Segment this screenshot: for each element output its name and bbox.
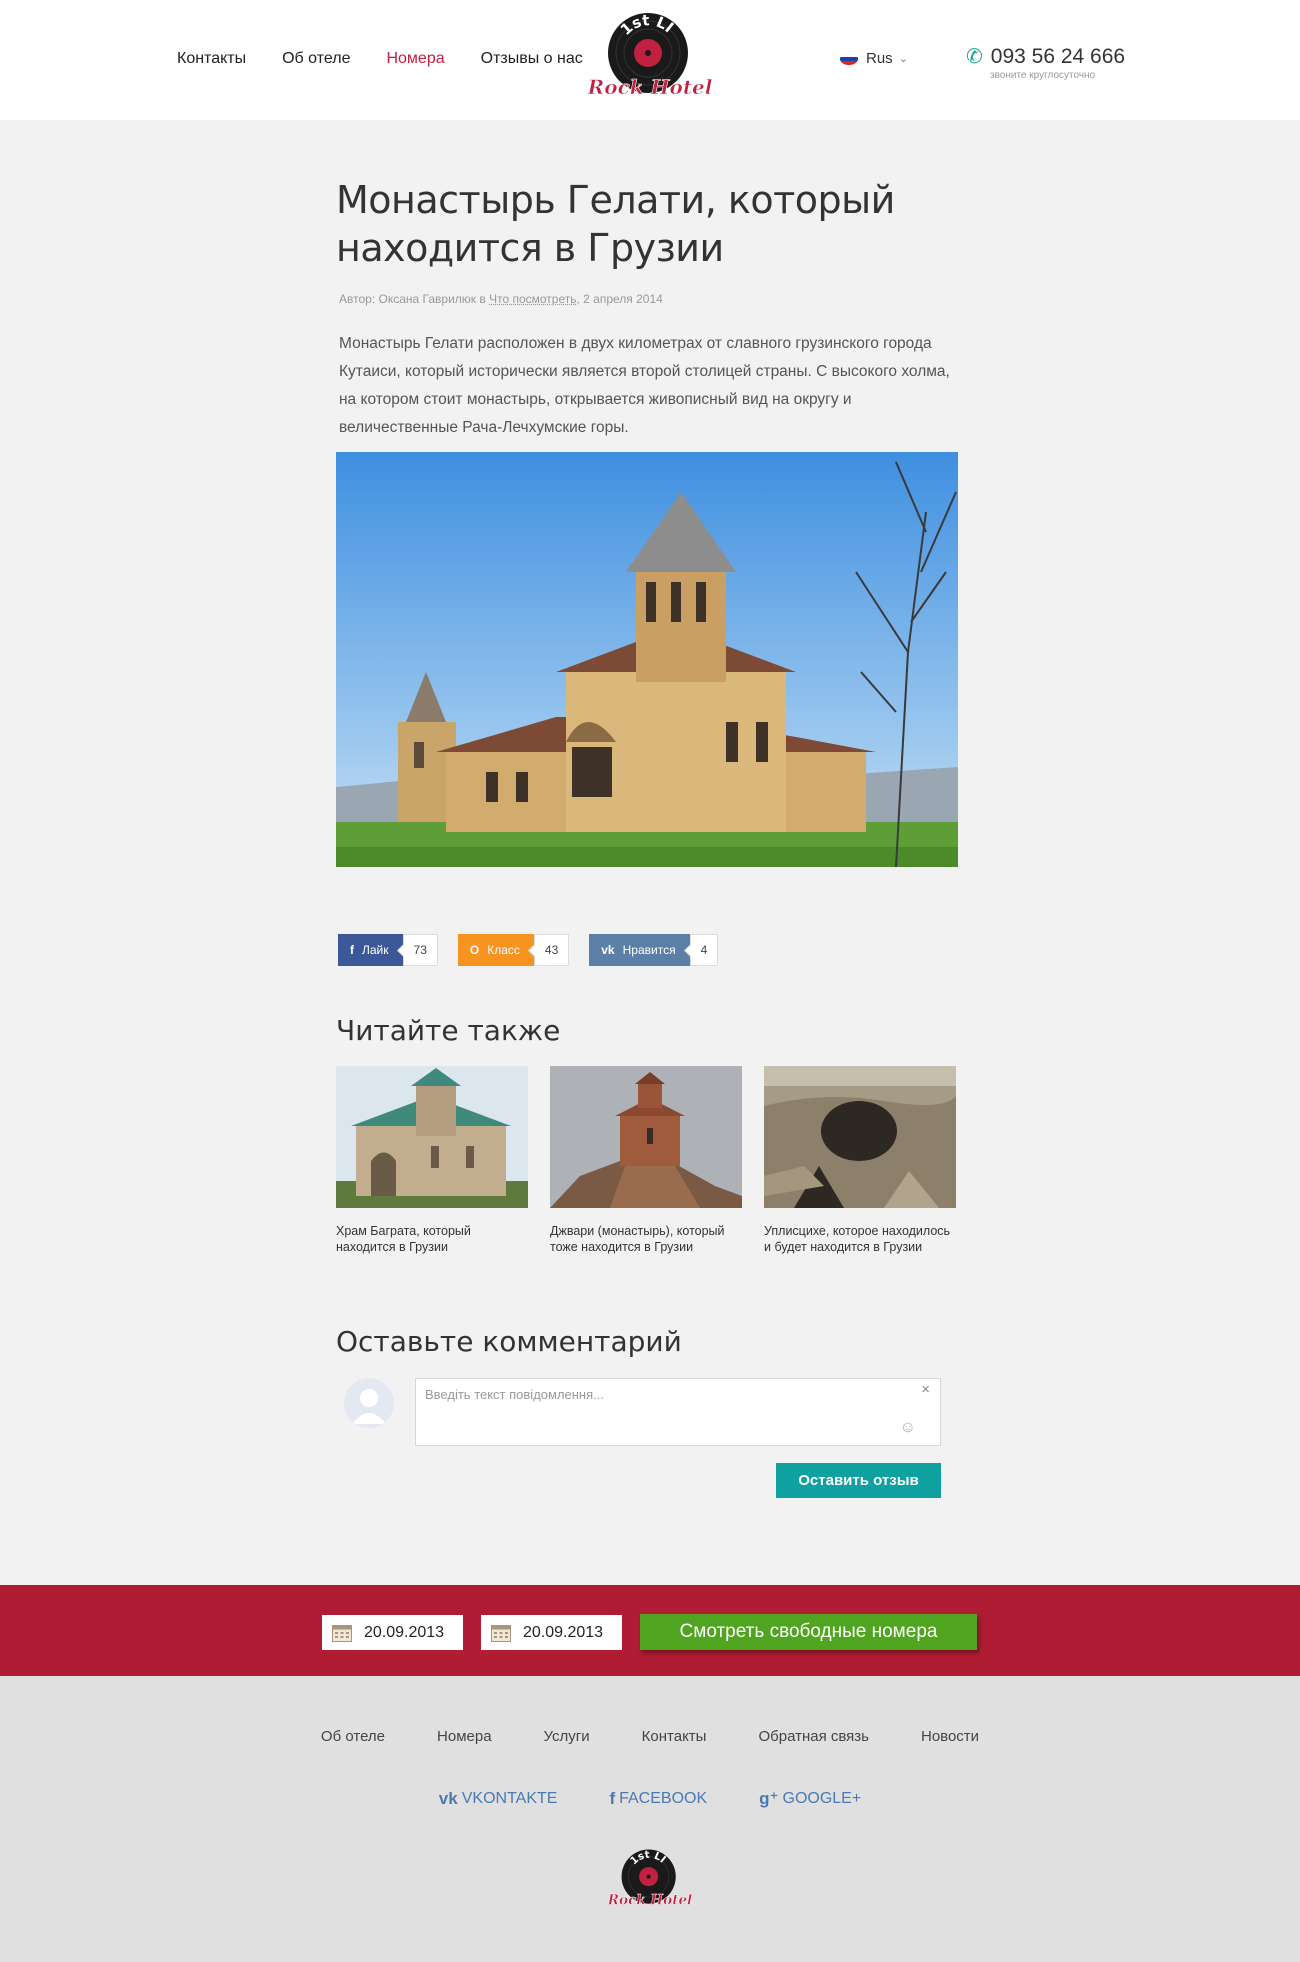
user-avatar-icon	[344, 1378, 394, 1428]
footer-nav: Об отеле Номера Услуги Контакты Обратная…	[0, 1728, 1300, 1745]
article-hero-image	[336, 452, 958, 867]
facebook-icon: f	[350, 943, 354, 957]
vk-like-count: 4	[689, 934, 719, 966]
footer-nav-about[interactable]: Об отеле	[321, 1728, 385, 1745]
logo-line1: 1st LINE	[588, 8, 677, 39]
check-in-date-field[interactable]: 20.09.2013	[322, 1615, 463, 1650]
phone-number[interactable]: 093 56 24 666	[991, 45, 1125, 69]
comment-heading: Оставьте комментарий	[336, 1325, 682, 1358]
odnoklassniki-class-button[interactable]: О Класс 43	[457, 934, 570, 966]
related-item[interactable]: Уплисцихе, которое находилось и будет на…	[764, 1066, 956, 1255]
check-out-date-value: 20.09.2013	[523, 1623, 604, 1641]
nav-reviews[interactable]: Отзывы о нас	[481, 50, 583, 68]
odnoklassniki-class-label: О Класс	[457, 934, 534, 966]
facebook-like-label: f Лайк	[338, 934, 403, 966]
article-lead: Монастырь Гелати расположен в двух килом…	[339, 335, 950, 436]
vk-like-button[interactable]: vk Нравится 4	[589, 934, 719, 966]
footer-nav-feedback[interactable]: Обратная связь	[758, 1728, 869, 1745]
facebook-like-button[interactable]: f Лайк 73	[338, 934, 438, 966]
russia-flag-icon	[840, 52, 858, 65]
footer-social-links: vk VKONTAKTE f FACEBOOK g⁺ GOOGLE+	[0, 1789, 1300, 1809]
related-image-uplistsikhe	[764, 1066, 956, 1208]
article-meta: Автор: Оксана Гаврилюк в Что посмотреть,…	[336, 292, 960, 306]
language-selector[interactable]: Rus ⌄	[840, 50, 908, 67]
related-item[interactable]: Храм Баграта, который находится в Грузии	[336, 1066, 528, 1255]
footer-logo-line2: Rock Hotel	[608, 1892, 692, 1908]
nav-about-hotel[interactable]: Об отеле	[282, 50, 350, 68]
related-heading: Читайте также	[336, 1014, 561, 1047]
vk-like-text: Нравится	[622, 943, 676, 957]
site-footer: Об отеле Номера Услуги Контакты Обратная…	[0, 1676, 1300, 1962]
hotel-logo[interactable]: 1st LINE Rock Hotel	[588, 8, 712, 108]
check-availability-button[interactable]: Смотреть свободные номера	[640, 1614, 977, 1650]
close-icon[interactable]: ×	[921, 1381, 930, 1398]
google-plus-link[interactable]: g⁺ GOOGLE+	[759, 1789, 861, 1809]
social-share-buttons: f Лайк 73 О Класс 43 vk Нравится 4	[338, 934, 738, 966]
facebook-like-text: Лайк	[362, 943, 389, 957]
vkontakte-link[interactable]: vk VKONTAKTE	[439, 1789, 558, 1809]
phone-note: звоните круглосуточно	[990, 70, 1096, 81]
booking-bar: 20.09.2013 20.09.2013 Смотреть свободные…	[0, 1585, 1300, 1676]
comment-placeholder: Введіть текст повідомлення...	[425, 1387, 604, 1402]
article: Монастырь Гелати, который находится в Гр…	[336, 176, 960, 442]
check-in-date-value: 20.09.2013	[364, 1623, 445, 1641]
related-image-bagrati	[336, 1066, 528, 1208]
nav-contacts[interactable]: Контакты	[177, 50, 246, 68]
facebook-like-count: 73	[402, 934, 438, 966]
facebook-link[interactable]: f FACEBOOK	[609, 1789, 707, 1809]
submit-review-button[interactable]: Оставить отзыв	[776, 1463, 941, 1498]
comment-input[interactable]: Введіть текст повідомлення... × ☺	[415, 1378, 941, 1446]
vkontakte-label: VKONTAKTE	[461, 1790, 558, 1807]
vk-like-label: vk Нравится	[589, 934, 690, 966]
footer-hotel-logo[interactable]: 1st LINE Rock Hotel	[608, 1846, 692, 1914]
google-plus-label: GOOGLE+	[782, 1790, 862, 1807]
vk-icon: vk	[601, 943, 615, 957]
calendar-icon	[491, 1624, 511, 1642]
emoji-icon[interactable]: ☺	[900, 1419, 916, 1437]
check-out-date-field[interactable]: 20.09.2013	[481, 1615, 622, 1650]
main-nav: Контакты Об отеле Номера Отзывы о нас	[177, 50, 619, 68]
category-link[interactable]: Что посмотреть	[489, 292, 576, 306]
author-text: Автор: Оксана Гаврилюк в	[339, 292, 490, 306]
chevron-down-icon: ⌄	[898, 53, 908, 65]
phone-icon: ✆	[966, 46, 983, 68]
related-caption: Уплисцихе, которое находилось и будет на…	[764, 1224, 951, 1254]
odnoklassniki-class-text: Класс	[487, 943, 520, 957]
svg-text:1st LINE: 1st LINE	[588, 8, 677, 39]
calendar-icon	[332, 1624, 352, 1642]
facebook-label: FACEBOOK	[619, 1790, 708, 1807]
related-caption: Храм Баграта, который находится в Грузии	[336, 1224, 471, 1254]
language-label: Rus	[866, 50, 893, 67]
related-articles: Храм Баграта, который находится в Грузии…	[336, 1066, 978, 1255]
footer-nav-services[interactable]: Услуги	[544, 1728, 590, 1745]
logo-line2: Rock Hotel	[588, 75, 712, 99]
footer-nav-rooms[interactable]: Номера	[437, 1728, 492, 1745]
article-date: , 2 апреля 2014	[576, 292, 663, 306]
phone-block: ✆ 093 56 24 666 звоните круглосуточно	[966, 44, 1125, 82]
article-title: Монастырь Гелати, который находится в Гр…	[336, 178, 895, 270]
odnoklassniki-class-count: 43	[533, 934, 570, 966]
related-caption: Джвари (монастырь), который тоже находит…	[550, 1224, 725, 1254]
google-plus-icon: g⁺	[759, 1789, 779, 1808]
nav-rooms[interactable]: Номера	[386, 50, 444, 68]
related-image-jvari	[550, 1066, 742, 1208]
footer-nav-news[interactable]: Новости	[921, 1728, 979, 1745]
related-item[interactable]: Джвари (монастырь), который тоже находит…	[550, 1066, 742, 1255]
facebook-icon: f	[609, 1789, 616, 1808]
vk-icon: vk	[438, 1789, 458, 1808]
footer-nav-contacts[interactable]: Контакты	[642, 1728, 707, 1745]
odnoklassniki-icon: О	[469, 943, 480, 957]
site-header: Контакты Об отеле Номера Отзывы о нас 1s…	[0, 0, 1300, 120]
